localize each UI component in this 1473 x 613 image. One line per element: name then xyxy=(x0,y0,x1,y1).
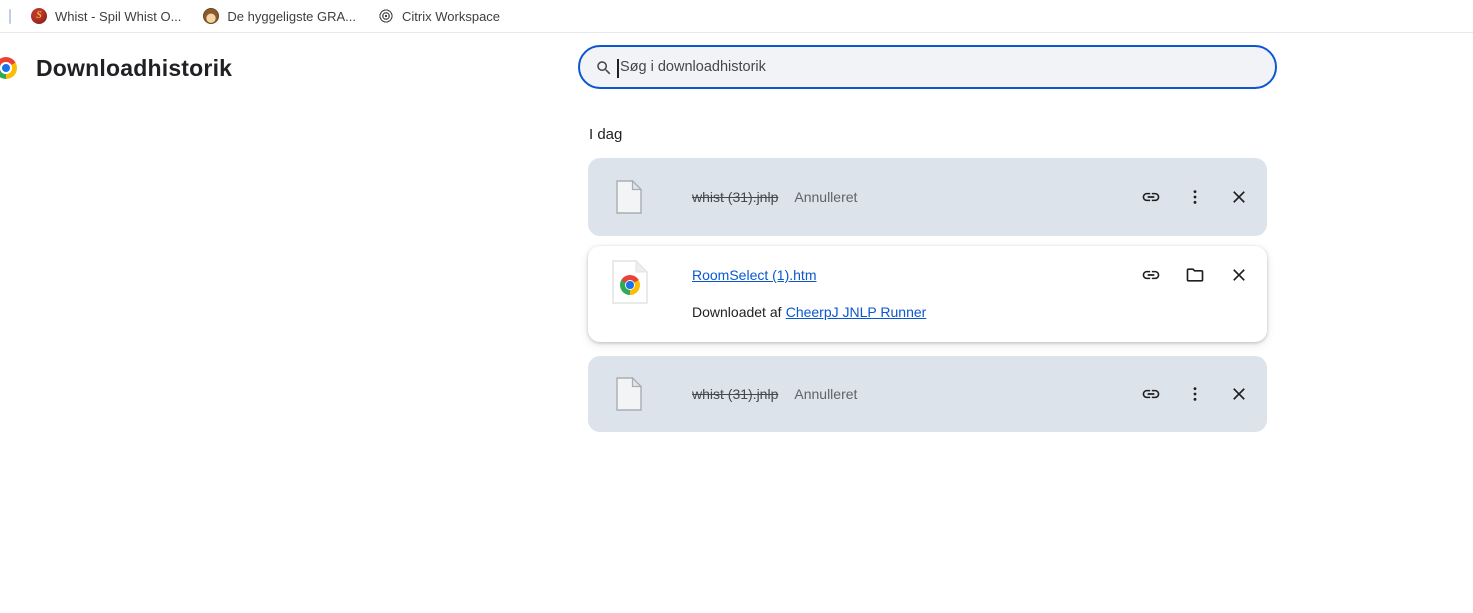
chrome-html-file-icon xyxy=(612,260,648,304)
page-title: Downloadhistorik xyxy=(36,55,232,82)
downloads-toolbar: Downloadhistorik xyxy=(0,34,1473,110)
download-filename: whist (31).jnlp xyxy=(692,386,778,402)
bookmark-label: Citrix Workspace xyxy=(402,9,500,24)
copy-link-button[interactable] xyxy=(1139,185,1163,209)
search-input[interactable] xyxy=(580,47,1275,87)
file-icon-cell xyxy=(588,377,692,411)
remove-download-button[interactable] xyxy=(1227,382,1251,406)
citrix-favicon xyxy=(378,8,394,24)
source-link[interactable]: CheerpJ JNLP Runner xyxy=(786,304,927,320)
download-info: whist (31).jnlp Annulleret xyxy=(692,189,1139,205)
monkey-favicon xyxy=(203,8,219,24)
download-card-cancelled: whist (31).jnlp Annulleret xyxy=(588,158,1267,236)
search-box[interactable] xyxy=(578,45,1277,89)
more-actions-button[interactable] xyxy=(1183,185,1207,209)
text-caret xyxy=(617,59,619,78)
file-icon-cell xyxy=(588,246,692,304)
source-prefix: Downloadet af xyxy=(692,304,782,320)
download-actions xyxy=(1139,356,1267,432)
download-actions xyxy=(1139,246,1267,287)
show-in-folder-icon xyxy=(1185,265,1205,285)
download-status: Annulleret xyxy=(794,386,857,402)
file-icon-cell xyxy=(588,180,692,214)
bookmark-label: Whist - Spil Whist O... xyxy=(55,9,181,24)
download-card-complete: RoomSelect (1).htm Downloadet afCheerpJ … xyxy=(588,246,1267,342)
download-filename: whist (31).jnlp xyxy=(692,189,778,205)
search-icon xyxy=(595,59,613,77)
chrome-logo-icon xyxy=(620,275,640,295)
download-info: whist (31).jnlp Annulleret xyxy=(692,386,1139,402)
generic-file-icon xyxy=(616,377,642,411)
downloads-list: I dag whist (31).jnlp Annulleret xyxy=(588,118,1267,442)
download-file-link[interactable]: RoomSelect (1).htm xyxy=(692,267,816,283)
download-actions xyxy=(1139,158,1267,236)
more-actions-button[interactable] xyxy=(1183,382,1207,406)
bookmark-whist[interactable]: Whist - Spil Whist O... xyxy=(29,6,183,26)
more-vert-icon xyxy=(1185,187,1205,207)
download-status: Annulleret xyxy=(794,189,857,205)
generic-file-icon xyxy=(616,180,642,214)
bookmark-de-hyggeligste[interactable]: De hyggeligste GRA... xyxy=(201,6,358,26)
copy-link-button[interactable] xyxy=(1139,382,1163,406)
copy-link-button[interactable] xyxy=(1139,263,1163,287)
close-icon xyxy=(1229,187,1249,207)
show-in-folder-button[interactable] xyxy=(1183,263,1207,287)
download-card-cancelled: whist (31).jnlp Annulleret xyxy=(588,356,1267,432)
date-group-label: I dag xyxy=(589,126,1267,143)
close-icon xyxy=(1229,384,1249,404)
bookmarks-bar: Whist - Spil Whist O... De hyggeligste G… xyxy=(0,0,1473,33)
download-info: RoomSelect (1).htm Downloadet afCheerpJ … xyxy=(692,246,1139,320)
copy-link-icon xyxy=(1141,187,1161,207)
download-source-line: Downloadet afCheerpJ JNLP Runner xyxy=(692,304,1139,320)
close-icon xyxy=(1229,265,1249,285)
more-vert-icon xyxy=(1185,384,1205,404)
remove-download-button[interactable] xyxy=(1227,263,1251,287)
bookmarks-bar-divider xyxy=(9,9,11,24)
remove-download-button[interactable] xyxy=(1227,185,1251,209)
copy-link-icon xyxy=(1141,265,1161,285)
whist-favicon xyxy=(31,8,47,24)
copy-link-icon xyxy=(1141,384,1161,404)
bookmark-citrix-workspace[interactable]: Citrix Workspace xyxy=(376,6,502,26)
chrome-logo-icon xyxy=(0,57,17,79)
bookmark-label: De hyggeligste GRA... xyxy=(227,9,356,24)
